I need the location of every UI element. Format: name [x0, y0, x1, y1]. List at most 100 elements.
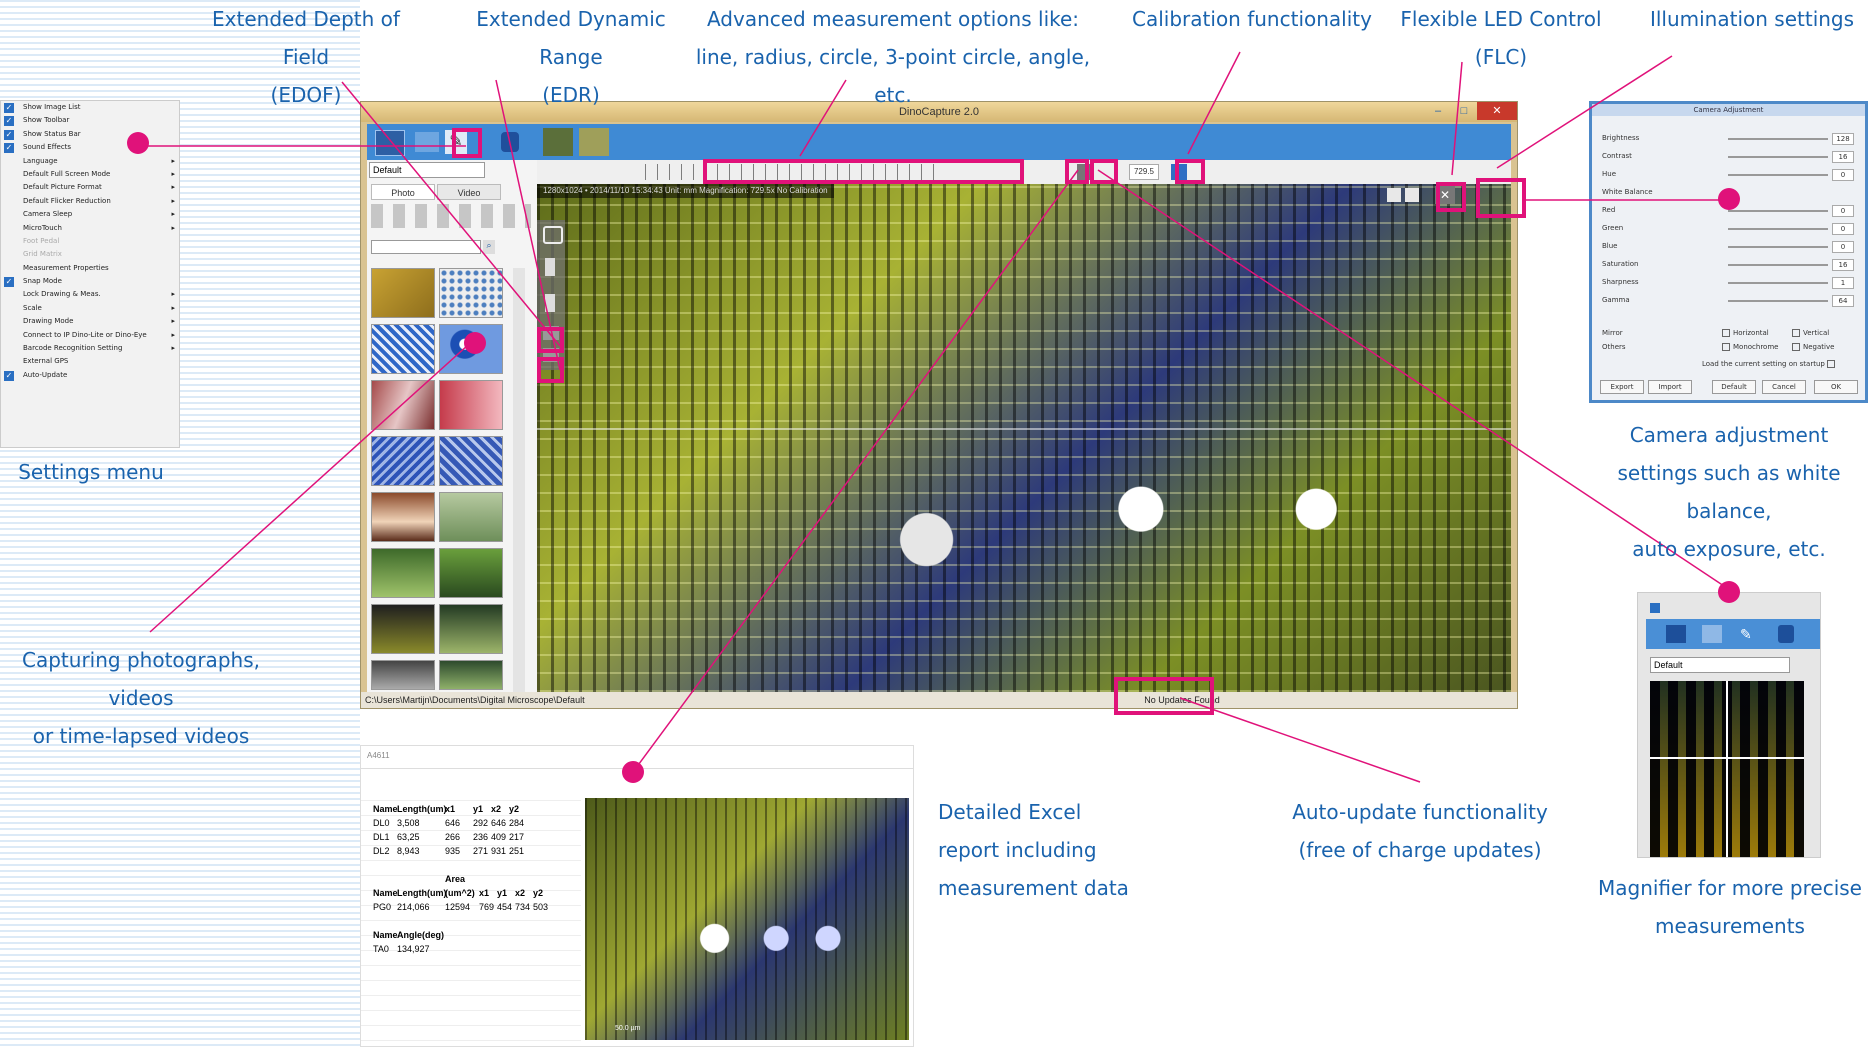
thumbnail[interactable]: [439, 492, 503, 542]
thumbnail[interactable]: [439, 604, 503, 654]
thumbnail[interactable]: [439, 268, 503, 318]
edof-icon[interactable]: [543, 128, 573, 156]
camera-adjust-slider[interactable]: [1728, 246, 1828, 248]
excel-cell[interactable]: 251: [509, 846, 524, 856]
settings-icon[interactable]: ✎: [1740, 625, 1756, 643]
excel-cell[interactable]: y1: [473, 804, 483, 814]
excel-cell[interactable]: DL2: [373, 846, 390, 856]
settings-menu-item[interactable]: Drawing Mode ▸: [1, 315, 179, 328]
settings-menu-item[interactable]: Scale ▸: [1, 302, 179, 315]
search-icon[interactable]: ⌕: [483, 240, 495, 254]
settings-menu-item[interactable]: Default Picture Format ▸: [1, 181, 179, 194]
cell-reference[interactable]: A4611: [367, 751, 390, 760]
camera-adjust-slider[interactable]: [1728, 210, 1828, 212]
capture-icon[interactable]: [375, 130, 405, 156]
settings-menu-item[interactable]: MicroTouch ▸: [1, 222, 179, 235]
excel-cell[interactable]: 8,943: [397, 846, 420, 856]
excel-cell[interactable]: DL1: [373, 832, 390, 842]
excel-cell[interactable]: 266: [445, 832, 460, 842]
minimize-button[interactable]: –: [1425, 102, 1451, 120]
camera-adjust-value[interactable]: 0: [1832, 223, 1854, 235]
info-icon[interactable]: [1778, 625, 1794, 643]
excel-cell[interactable]: 769: [479, 902, 494, 912]
excel-cell[interactable]: 646: [445, 818, 460, 828]
camera-icon[interactable]: [543, 226, 563, 244]
settings-menu-item[interactable]: Grid Matrix: [1, 248, 179, 261]
excel-cell[interactable]: 454: [497, 902, 512, 912]
camera-adjust-slider[interactable]: [1728, 228, 1828, 230]
negative-checkbox[interactable]: Negative: [1792, 341, 1834, 353]
thumbnail[interactable]: [371, 604, 435, 654]
camera-adjust-slider[interactable]: [1728, 156, 1828, 158]
excel-cell[interactable]: 214,066: [397, 902, 430, 912]
settings-menu-item[interactable]: Connect to IP Dino-Lite or Dino-Eye ▸: [1, 329, 179, 342]
thumbnail[interactable]: [371, 660, 435, 690]
camera-adjust-value[interactable]: 128: [1832, 133, 1854, 145]
excel-cell[interactable]: 3,508: [397, 818, 420, 828]
excel-cell[interactable]: 12594: [445, 902, 470, 912]
mirror-horizontal-checkbox[interactable]: Horizontal: [1722, 327, 1769, 339]
cancel-button[interactable]: Cancel: [1762, 380, 1806, 394]
excel-cell[interactable]: PG0: [373, 902, 391, 912]
settings-menu-item[interactable]: Default Flicker Reduction ▸: [1, 195, 179, 208]
timer-icon[interactable]: [545, 258, 555, 276]
export-button[interactable]: Export: [1600, 380, 1644, 394]
excel-cell[interactable]: 292: [473, 818, 488, 828]
excel-cell[interactable]: 284: [509, 818, 524, 828]
excel-cell[interactable]: 409: [491, 832, 506, 842]
thumbnail-scrollbar[interactable]: [513, 268, 525, 692]
magnifier-view[interactable]: [1650, 681, 1804, 857]
camera-adjust-value[interactable]: 64: [1832, 295, 1854, 307]
excel-cell[interactable]: x2: [515, 888, 525, 898]
excel-cell[interactable]: Name: [373, 930, 398, 940]
excel-cell[interactable]: 217: [509, 832, 524, 842]
thumbnail[interactable]: [439, 380, 503, 430]
settings-menu-item[interactable]: Camera Sleep ▸: [1, 208, 179, 221]
capture-icon[interactable]: [1666, 625, 1686, 643]
camera-adjust-value[interactable]: 16: [1832, 151, 1854, 163]
camera-adjust-slider[interactable]: [1728, 282, 1828, 284]
excel-cell[interactable]: y2: [533, 888, 543, 898]
thumbnail[interactable]: [371, 548, 435, 598]
excel-cell[interactable]: 271: [473, 846, 488, 856]
excel-cell[interactable]: x1: [479, 888, 489, 898]
search-input[interactable]: [371, 240, 481, 254]
excel-cell[interactable]: DL0: [373, 818, 390, 828]
profile-select[interactable]: Default: [369, 162, 485, 178]
excel-cell[interactable]: 931: [491, 846, 506, 856]
thumbnail[interactable]: [371, 380, 435, 430]
settings-menu-item[interactable]: Barcode Recognition Setting ▸: [1, 342, 179, 355]
excel-cell[interactable]: 134,927: [397, 944, 430, 954]
excel-cell[interactable]: 503: [533, 902, 548, 912]
excel-cell[interactable]: Name: [373, 804, 398, 814]
thumbnail[interactable]: [371, 324, 435, 374]
camera-adjust-slider[interactable]: [1728, 264, 1828, 266]
thumbnail[interactable]: [371, 492, 435, 542]
led-control-icon-2[interactable]: [1405, 188, 1419, 202]
magnification-field[interactable]: 729.5: [1129, 164, 1159, 180]
info-icon[interactable]: [501, 132, 519, 152]
led-control-icon[interactable]: [1387, 188, 1401, 202]
tab-video[interactable]: Video: [437, 184, 501, 200]
excel-cell[interactable]: 63,25: [397, 832, 420, 842]
settings-menu-item[interactable]: External GPS: [1, 355, 179, 368]
thumbnail[interactable]: [439, 548, 503, 598]
camera-adjust-slider[interactable]: [1728, 174, 1828, 176]
excel-cell[interactable]: x2: [491, 804, 501, 814]
camera-adjust-value[interactable]: 1: [1832, 277, 1854, 289]
magnifier-profile-select[interactable]: Default: [1650, 657, 1790, 673]
thumbnail[interactable]: [439, 436, 503, 486]
excel-cell[interactable]: 734: [515, 902, 530, 912]
edr-icon[interactable]: [579, 128, 609, 156]
default-button[interactable]: Default: [1712, 380, 1756, 394]
settings-menu-item[interactable]: Default Full Screen Mode ▸: [1, 168, 179, 181]
thumbnail[interactable]: [371, 268, 435, 318]
settings-menu-item[interactable]: ✓ Show Image List: [1, 101, 179, 114]
excel-cell[interactable]: y2: [509, 804, 519, 814]
camera-adjust-value[interactable]: 0: [1832, 205, 1854, 217]
load-on-startup-checkbox[interactable]: Load the current setting on startup: [1702, 358, 1838, 370]
settings-menu-item[interactable]: ✓ Auto-Update: [1, 369, 179, 382]
settings-menu-item[interactable]: Lock Drawing & Meas. ▸: [1, 288, 179, 301]
live-view[interactable]: 1280x1024 • 2014/11/10 15:34:43 Unit: mm…: [537, 184, 1511, 692]
excel-cell[interactable]: Name: [373, 888, 398, 898]
